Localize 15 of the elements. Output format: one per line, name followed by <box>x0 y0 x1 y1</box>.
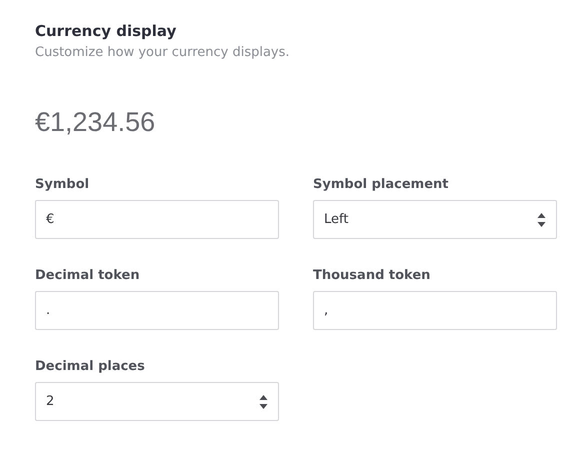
input-field[interactable]: , <box>313 291 557 330</box>
field-label: Thousand token <box>313 267 432 285</box>
input-field[interactable]: . <box>35 291 279 330</box>
section-subtitle: Customize how your currency displays. <box>35 44 291 62</box>
input-field[interactable]: € <box>35 200 279 239</box>
number-field[interactable]: 2 <box>35 382 279 421</box>
spinner-icon <box>259 394 268 410</box>
field-label: Symbol <box>35 176 90 194</box>
section-title: Currency display <box>35 21 178 42</box>
currency-preview: €1,234.56 <box>35 106 156 139</box>
field-label: Decimal token <box>35 267 141 285</box>
select-field[interactable]: Left <box>313 200 557 239</box>
field-label: Symbol placement <box>313 176 450 194</box>
spinner-icon <box>537 212 546 228</box>
field-label: Decimal places <box>35 358 146 376</box>
